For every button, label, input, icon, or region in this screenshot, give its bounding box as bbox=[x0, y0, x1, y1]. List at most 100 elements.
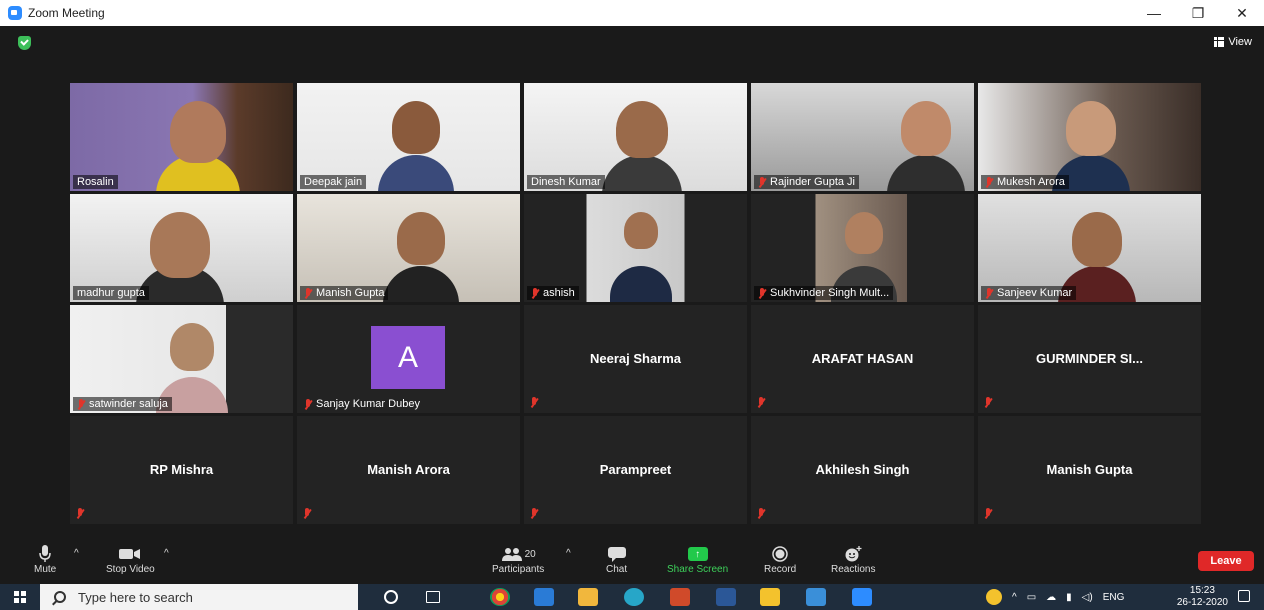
search-icon bbox=[54, 591, 66, 603]
close-button[interactable]: ✕ bbox=[1220, 0, 1264, 26]
participant-tile[interactable]: madhur gupta bbox=[70, 194, 293, 302]
participant-name-tag: Deepak jain bbox=[300, 175, 367, 189]
participant-tile[interactable]: Parampreet bbox=[524, 416, 747, 524]
speaker-icon[interactable]: ◁) bbox=[1082, 592, 1093, 603]
start-button[interactable] bbox=[0, 584, 40, 610]
gallery-grid-icon bbox=[1214, 37, 1225, 47]
participant-tile[interactable]: GURMINDER SI... bbox=[978, 305, 1201, 413]
muted-mic-icon bbox=[531, 287, 540, 299]
participant-tile[interactable]: RP Mishra bbox=[70, 416, 293, 524]
mail-icon[interactable] bbox=[534, 588, 554, 606]
participant-tile[interactable]: A Sanjay Kumar Dubey bbox=[297, 305, 520, 413]
muted-mic-icon bbox=[757, 508, 766, 519]
record-icon bbox=[772, 544, 788, 564]
participant-tile[interactable]: ARAFAT HASAN bbox=[751, 305, 974, 413]
participant-tile[interactable]: Neeraj Sharma bbox=[524, 305, 747, 413]
muted-mic-icon bbox=[985, 287, 994, 299]
chat-label: Chat bbox=[606, 564, 628, 575]
zoom-taskbar-icon[interactable] bbox=[852, 588, 872, 606]
chat-bubble-icon bbox=[607, 544, 626, 564]
share-screen-button[interactable]: ↑ Share Screen bbox=[667, 544, 728, 575]
participant-name-tag: Mukesh Arora bbox=[981, 175, 1069, 189]
participant-name: Rosalin bbox=[77, 176, 114, 188]
participant-tile[interactable]: Deepak jain bbox=[297, 83, 520, 191]
audio-options-chevron-icon[interactable]: ^ bbox=[74, 548, 79, 559]
participant-tile[interactable]: Rosalin bbox=[70, 83, 293, 191]
minimize-button[interactable]: — bbox=[1132, 0, 1176, 26]
participants-options-chevron-icon[interactable]: ^ bbox=[566, 548, 571, 559]
clock-date: 26-12-2020 bbox=[1176, 597, 1228, 608]
restore-button[interactable]: ❐ bbox=[1176, 0, 1220, 26]
participant-name-tag: Manish Gupta bbox=[300, 286, 389, 300]
zoom-window: Zoom Meeting — ❐ ✕ View Rosalin Deepak ja… bbox=[0, 0, 1264, 610]
chat-button[interactable]: Chat bbox=[606, 544, 627, 575]
participant-tile[interactable]: Manish Gupta bbox=[978, 416, 1201, 524]
pictures-app-icon[interactable] bbox=[806, 588, 826, 606]
muted-mic-icon bbox=[757, 397, 766, 408]
edge-icon[interactable] bbox=[624, 588, 644, 606]
participant-tile[interactable]: ashish bbox=[524, 194, 747, 302]
muted-mic-icon bbox=[758, 287, 767, 299]
share-screen-icon: ↑ bbox=[687, 547, 708, 561]
muted-mic-icon bbox=[77, 398, 86, 410]
participant-tile[interactable]: satwinder saluja bbox=[70, 305, 293, 413]
microphone-icon bbox=[39, 544, 51, 564]
muted-mic-icon bbox=[984, 397, 993, 408]
participant-name: Manish Gupta bbox=[316, 287, 385, 299]
record-button[interactable]: Record bbox=[764, 544, 796, 575]
participant-name: satwinder saluja bbox=[89, 398, 168, 410]
participant-tile[interactable]: Manish Gupta bbox=[297, 194, 520, 302]
participant-tile[interactable]: Mukesh Arora bbox=[978, 83, 1201, 191]
cloud-icon[interactable]: ☁ bbox=[1046, 592, 1056, 603]
participant-tile[interactable]: Dinesh Kumar bbox=[524, 83, 747, 191]
powerpoint-icon[interactable] bbox=[670, 588, 690, 606]
help-icon[interactable] bbox=[986, 589, 1002, 605]
gallery-grid: Rosalin Deepak jain Dinesh Kumar Rajinder G… bbox=[70, 83, 1201, 524]
tray-chevron-icon[interactable]: ^ bbox=[1012, 592, 1017, 603]
participant-name-tag: Rajinder Gupta Ji bbox=[754, 175, 859, 189]
muted-mic-icon bbox=[530, 397, 539, 408]
participant-name: Dinesh Kumar bbox=[531, 176, 601, 188]
participant-name-tag: Dinesh Kumar bbox=[527, 175, 605, 189]
language-indicator[interactable]: ENG bbox=[1103, 592, 1125, 603]
participant-name: Deepak jain bbox=[304, 176, 363, 188]
stop-video-button[interactable]: Stop Video bbox=[106, 544, 155, 575]
participant-tile[interactable]: Manish Arora bbox=[297, 416, 520, 524]
muted-mic-icon bbox=[984, 508, 993, 519]
file-explorer-icon[interactable] bbox=[760, 588, 780, 606]
participant-tile[interactable]: Akhilesh Singh bbox=[751, 416, 974, 524]
window-title: Zoom Meeting bbox=[28, 6, 105, 20]
participant-tile[interactable]: Rajinder Gupta Ji bbox=[751, 83, 974, 191]
taskbar-clock[interactable]: 15:23 26-12-2020 bbox=[1177, 585, 1228, 609]
participant-name: madhur gupta bbox=[77, 287, 145, 299]
muted-mic-icon bbox=[304, 398, 313, 410]
word-icon[interactable] bbox=[716, 588, 736, 606]
battery-icon[interactable]: ▭ bbox=[1027, 592, 1036, 603]
security-shield-icon[interactable] bbox=[18, 36, 31, 50]
participant-tile[interactable]: Sukhvinder Singh Mult... bbox=[751, 194, 974, 302]
mute-label: Mute bbox=[34, 564, 57, 575]
zoom-app-icon bbox=[8, 6, 22, 20]
reactions-smiley-icon bbox=[844, 544, 862, 564]
mute-button[interactable]: Mute bbox=[34, 544, 56, 575]
video-options-chevron-icon[interactable]: ^ bbox=[164, 548, 169, 559]
muted-mic-icon bbox=[758, 176, 767, 188]
clock-time: 15:23 bbox=[1189, 585, 1215, 596]
cortana-icon[interactable] bbox=[384, 590, 398, 604]
participant-name-tag: ashish bbox=[527, 286, 579, 300]
chrome-icon[interactable] bbox=[490, 588, 510, 606]
view-button[interactable]: View bbox=[1214, 36, 1252, 48]
participant-name-tag: Sanjay Kumar Dubey bbox=[300, 397, 424, 411]
participants-button[interactable]: 20 Participants bbox=[492, 544, 544, 575]
leave-button[interactable]: Leave bbox=[1198, 551, 1254, 571]
taskbar-search-input[interactable]: Type here to search bbox=[40, 584, 358, 610]
microphone-tray-icon[interactable]: ▮ bbox=[1066, 592, 1072, 603]
task-view-icon[interactable] bbox=[426, 591, 440, 603]
muted-mic-icon bbox=[304, 287, 313, 299]
notifications-icon[interactable] bbox=[1238, 590, 1250, 602]
store-icon[interactable] bbox=[578, 588, 598, 606]
participant-name: Rajinder Gupta Ji bbox=[770, 176, 855, 188]
stop-video-label: Stop Video bbox=[106, 564, 155, 575]
participant-tile[interactable]: Sanjeev Kumar bbox=[978, 194, 1201, 302]
reactions-button[interactable]: Reactions bbox=[831, 544, 875, 575]
